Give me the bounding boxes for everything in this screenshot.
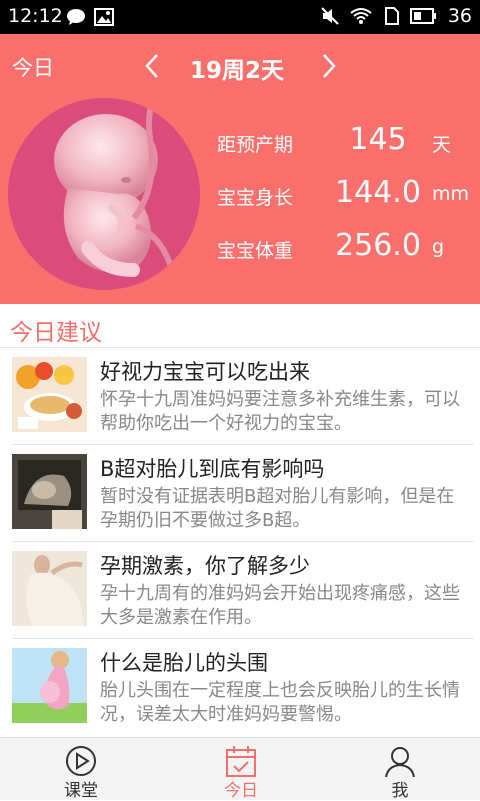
bottom-nav: 课堂 今日 我 [0,737,480,801]
tab-label: 我 [391,781,409,801]
article-thumbnail [12,454,87,529]
article-description: 胎儿头围在一定程度上也会反映胎儿的生长情况，误差太大时准妈妈要警惕。 [100,680,460,725]
week-label: 19周2天 [190,58,285,84]
baby-length-label: 宝宝身长 [217,187,294,209]
battery-icon [409,8,436,24]
article-description: 怀孕十九周准妈妈要注意多补充维生素，可以帮助你吃出一个好视力的宝宝。 [100,389,460,434]
baby-length-unit: mm [432,183,470,205]
wifi-icon [350,8,372,24]
article-item[interactable]: 好视力宝宝可以吃出来 怀孕十九周准妈妈要注意多补充维生素，可以帮助你吃出一个好视… [0,348,480,445]
pregnant-woman-image [12,648,87,723]
article-item[interactable]: 什么是胎儿的头围 胎儿头围在一定程度上也会反映胎儿的生长情况，误差太大时准妈妈要… [0,639,480,736]
sim-icon [384,7,399,25]
baby-weight-unit: g [432,236,445,258]
next-day-button[interactable] [316,52,340,80]
tab-classroom[interactable]: 课堂 [31,738,131,801]
embryo-image [8,98,200,290]
due-date-unit: 天 [432,134,452,156]
baby-weight-label: 宝宝体重 [217,240,294,262]
user-icon [385,747,415,778]
article-thumbnail [12,551,87,626]
calendar-check-icon [226,746,256,777]
article-thumbnail [12,648,87,723]
mute-icon [321,7,339,25]
article-item[interactable]: B超对胎儿到底有影响吗 暂时没有证据表明B超对胎儿有影响，但是在孕期仍旧不要做过… [0,445,480,542]
article-title: 孕期激素，你了解多少 [100,554,310,578]
status-bar: 12:12 36 [0,0,480,34]
due-date-value: 145 [349,122,407,157]
tab-label: 今日 [224,781,258,801]
tab-label: 课堂 [64,781,98,801]
battery-level: 36 [447,5,472,27]
baby-length-value: 144.0 [335,175,421,210]
chat-icon [67,9,85,25]
pregnancy-header: 今日 19周2天 距预产期 145 天 宝宝身长 144.0 mm 宝宝体重 2… [0,34,480,304]
article-title: 什么是胎儿的头围 [100,651,268,675]
article-thumbnail [12,357,87,432]
status-time: 12:12 [8,5,63,27]
previous-day-button[interactable] [141,52,165,80]
baby-weight-value: 256.0 [335,228,421,263]
today-label: 今日 [12,56,54,80]
play-circle-icon [66,746,96,776]
food-image [12,357,87,432]
article-title: B超对胎儿到底有影响吗 [100,457,325,481]
tab-today[interactable]: 今日 [191,738,291,801]
embryo-illustration [54,98,179,289]
due-date-label: 距预产期 [217,134,294,156]
article-item[interactable]: 孕期激素，你了解多少 孕十九周有的准妈妈会开始出现疼痛感，这些大多是激素在作用。 [0,542,480,639]
article-title: 好视力宝宝可以吃出来 [100,360,310,384]
article-description: 孕十九周有的准妈妈会开始出现疼痛感，这些大多是激素在作用。 [100,583,460,628]
tab-me[interactable]: 我 [350,738,450,801]
section-title: 今日建议 [10,320,102,346]
ultrasound-image [12,454,87,529]
woman-image [12,551,87,626]
article-description: 暂时没有证据表明B超对胎儿有影响，但是在孕期仍旧不要做过多B超。 [100,486,455,531]
image-icon [94,8,114,26]
